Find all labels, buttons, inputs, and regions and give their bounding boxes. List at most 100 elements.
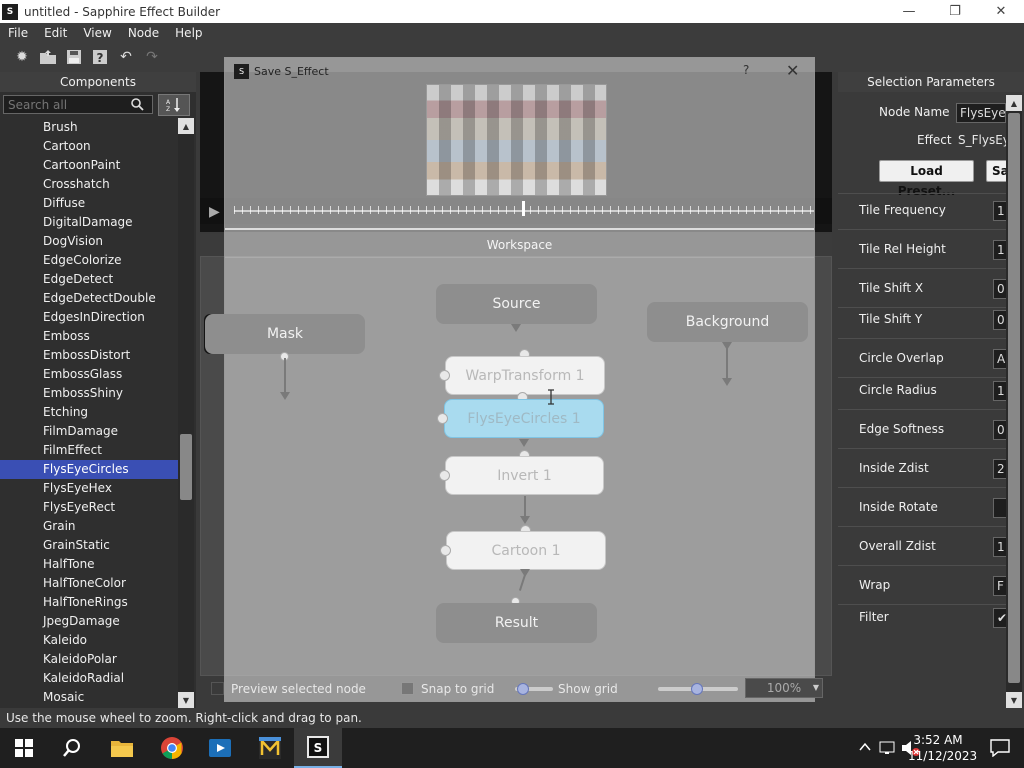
- scroll-down-icon[interactable]: ▼: [1006, 692, 1022, 708]
- dialog-timeline[interactable]: ▶: [209, 196, 814, 226]
- warp-side-port[interactable]: [439, 370, 450, 381]
- component-list-item[interactable]: FlysEyeRect: [0, 498, 178, 517]
- menu-help[interactable]: Help: [167, 26, 210, 40]
- chevron-up-icon[interactable]: [859, 742, 871, 752]
- minimize-button[interactable]: —: [886, 0, 932, 23]
- scroll-down-icon[interactable]: ▼: [178, 692, 194, 708]
- component-list-item[interactable]: HalfToneRings: [0, 593, 178, 612]
- component-list-item[interactable]: EdgeDetect: [0, 270, 178, 289]
- component-list-item[interactable]: EmbossShiny: [0, 384, 178, 403]
- component-list-item[interactable]: DogVision: [0, 232, 178, 251]
- component-list-item[interactable]: DigitalDamage: [0, 213, 178, 232]
- component-list-item[interactable]: EdgeColorize: [0, 251, 178, 270]
- param-value-field[interactable]: A: [993, 349, 1007, 369]
- help-icon[interactable]: ?: [90, 47, 110, 67]
- clock[interactable]: 3:52 AM 11/12/2023: [908, 732, 977, 764]
- component-list-item[interactable]: Mosaic: [0, 688, 178, 707]
- invert-node[interactable]: Invert 1: [445, 456, 604, 495]
- component-list-item[interactable]: Kaleido: [0, 631, 178, 650]
- result-node[interactable]: Result: [436, 603, 597, 643]
- show-grid-toggle-knob[interactable]: [517, 683, 529, 695]
- flys-eye-circles-node[interactable]: FlysEyeCircles 1: [444, 399, 604, 438]
- sort-az-button[interactable]: AZ: [158, 94, 190, 116]
- component-list-item[interactable]: HalfTone: [0, 555, 178, 574]
- zoom-field[interactable]: 100% ▼: [745, 678, 823, 698]
- param-value-field[interactable]: 0: [993, 310, 1007, 330]
- source-node[interactable]: Source: [436, 284, 597, 324]
- component-list-item[interactable]: KaleidoRadial: [0, 669, 178, 688]
- component-list-scrollbar[interactable]: ▲ ▼: [178, 118, 194, 708]
- redo-icon[interactable]: ↷: [142, 47, 162, 67]
- timeline-cursor[interactable]: [522, 201, 525, 216]
- component-list-item[interactable]: EdgeDetectDouble: [0, 289, 178, 308]
- play-icon[interactable]: ▶: [209, 204, 220, 220]
- component-list-item[interactable]: Brush: [0, 118, 178, 137]
- scroll-up-icon[interactable]: ▲: [178, 118, 194, 134]
- dialog-title-bar[interactable]: S Save S_Effect ? ✕: [225, 58, 814, 84]
- param-value-field[interactable]: 1: [993, 240, 1007, 260]
- snap-to-grid-checkbox[interactable]: [401, 682, 414, 695]
- search-icon[interactable]: [130, 97, 146, 113]
- close-button[interactable]: ✕: [978, 0, 1024, 23]
- component-list-item[interactable]: FlysEyeCircles: [0, 460, 178, 479]
- component-list-item[interactable]: Cartoon: [0, 137, 178, 156]
- flys-side-port[interactable]: [437, 413, 448, 424]
- component-list-item[interactable]: JpegDamage: [0, 612, 178, 631]
- component-list-item[interactable]: FlysEyeHex: [0, 479, 178, 498]
- param-value-field[interactable]: 2: [993, 459, 1007, 479]
- component-list-item[interactable]: GrainStatic: [0, 536, 178, 555]
- param-value-field[interactable]: F: [993, 576, 1007, 596]
- maximize-button[interactable]: ❐: [932, 0, 978, 23]
- param-value-field[interactable]: ✔: [993, 608, 1007, 628]
- component-list-item[interactable]: HalfToneColor: [0, 574, 178, 593]
- menu-edit[interactable]: Edit: [36, 26, 75, 40]
- param-value-field[interactable]: 0: [993, 420, 1007, 440]
- media-app-button[interactable]: [196, 728, 244, 768]
- component-list-item[interactable]: FilmEffect: [0, 441, 178, 460]
- component-list-item[interactable]: FilmDamage: [0, 422, 178, 441]
- param-value-field[interactable]: 1: [993, 381, 1007, 401]
- notification-icon[interactable]: [990, 739, 1010, 757]
- start-button[interactable]: [0, 728, 48, 768]
- load-preset-button[interactable]: Load Preset...: [879, 160, 974, 198]
- network-icon[interactable]: [879, 740, 897, 756]
- scroll-thumb[interactable]: [1008, 113, 1020, 683]
- scroll-up-icon[interactable]: ▲: [1006, 95, 1022, 111]
- chrome-button[interactable]: [148, 728, 196, 768]
- zoom-slider-knob[interactable]: [691, 683, 703, 695]
- new-effect-icon[interactable]: ✹: [12, 47, 32, 67]
- component-list-item[interactable]: CartoonPaint: [0, 156, 178, 175]
- node-name-field[interactable]: FlysEyeC: [956, 103, 1006, 123]
- cartoon-node[interactable]: Cartoon 1: [446, 531, 606, 570]
- cartoon-side-port[interactable]: [440, 545, 451, 556]
- param-value-field[interactable]: 1: [993, 537, 1007, 557]
- parameters-scrollbar[interactable]: ▲ ▼: [1006, 95, 1022, 708]
- menu-view[interactable]: View: [75, 26, 119, 40]
- component-list-item[interactable]: Emboss: [0, 327, 178, 346]
- search-taskbar-button[interactable]: [48, 728, 96, 768]
- component-list-item[interactable]: Crosshatch: [0, 175, 178, 194]
- open-folder-icon[interactable]: [38, 47, 58, 67]
- dialog-help-button[interactable]: ?: [743, 63, 749, 77]
- mask-node[interactable]: Mask: [205, 314, 365, 354]
- menu-file[interactable]: File: [0, 26, 36, 40]
- component-list-item[interactable]: EmbossDistort: [0, 346, 178, 365]
- component-list-item[interactable]: KaleidoPolar: [0, 650, 178, 669]
- param-value-field[interactable]: [993, 498, 1007, 518]
- preview-selected-checkbox[interactable]: [211, 682, 224, 695]
- background-node[interactable]: Background: [647, 302, 808, 342]
- component-list-item[interactable]: Etching: [0, 403, 178, 422]
- save-preset-button[interactable]: Sa: [986, 160, 1008, 182]
- scroll-thumb[interactable]: [180, 434, 192, 500]
- file-explorer-button[interactable]: [98, 728, 146, 768]
- undo-icon[interactable]: ↶: [116, 47, 136, 67]
- editor-app-button[interactable]: [246, 728, 294, 768]
- chevron-down-icon[interactable]: ▼: [813, 679, 819, 697]
- dialog-close-button[interactable]: ✕: [786, 61, 799, 80]
- component-list-item[interactable]: Grain: [0, 517, 178, 536]
- param-value-field[interactable]: 1: [993, 201, 1007, 221]
- save-icon[interactable]: [64, 47, 84, 67]
- menu-node[interactable]: Node: [120, 26, 167, 40]
- warp-transform-node[interactable]: WarpTransform 1: [445, 356, 605, 395]
- component-list-item[interactable]: EdgesInDirection: [0, 308, 178, 327]
